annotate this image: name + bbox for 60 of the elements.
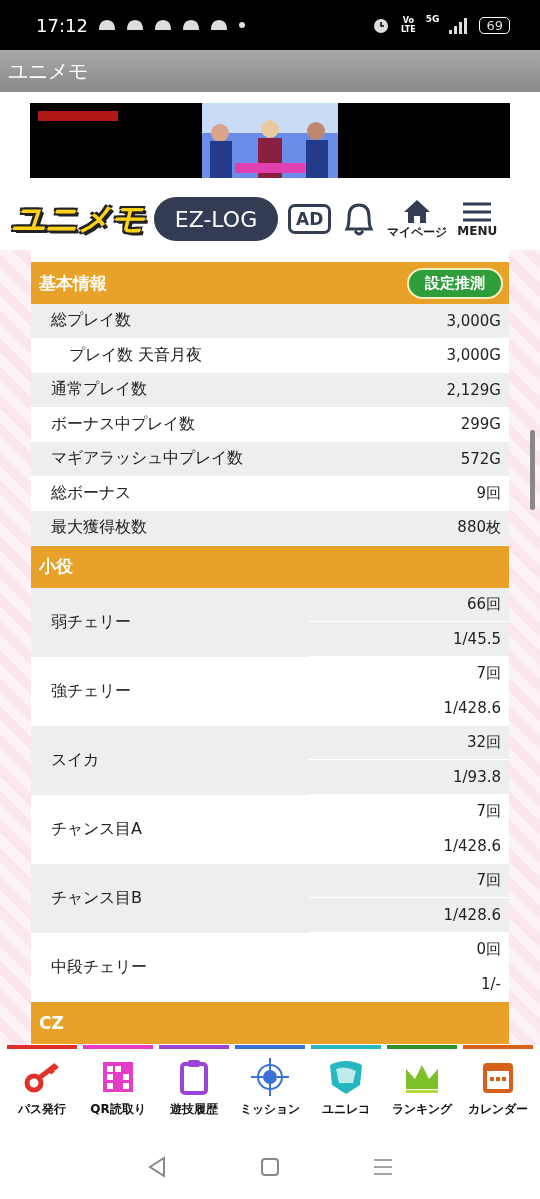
role-probability: 1/428.6 bbox=[443, 905, 501, 924]
section-title: 基本情報 bbox=[39, 271, 107, 295]
role-count: 32回 bbox=[466, 732, 501, 752]
ez-log-button[interactable]: EZ-LOG bbox=[154, 197, 278, 241]
stat-value: 299G bbox=[460, 415, 501, 434]
role-count: 7回 bbox=[476, 663, 501, 683]
nav-tab[interactable]: ユニレコ bbox=[311, 1045, 381, 1135]
section-title: 小役 bbox=[39, 555, 73, 578]
menu-icon bbox=[462, 200, 493, 224]
battery-level: 69 bbox=[479, 16, 510, 34]
network-type: 5G bbox=[425, 14, 440, 24]
app-title: ユニメモ bbox=[8, 57, 88, 85]
role-count: 0回 bbox=[476, 939, 501, 959]
signal-icon bbox=[449, 16, 470, 34]
more-notifications-icon bbox=[237, 21, 246, 29]
role-count: 7回 bbox=[476, 870, 501, 890]
clock-time: 17:12 bbox=[36, 14, 88, 36]
stat-value: 3,000G bbox=[446, 346, 501, 365]
stat-label: 最大獲得枚数 bbox=[51, 517, 147, 539]
nav-tab[interactable]: パス発行 bbox=[7, 1045, 77, 1135]
role-label: チャンス目A bbox=[51, 818, 143, 840]
role-probability: 1/428.6 bbox=[443, 698, 501, 717]
role-label: スイカ bbox=[51, 749, 100, 771]
nav-tab[interactable]: 遊技履歴 bbox=[159, 1045, 229, 1135]
nav-tab[interactable]: カレンダー bbox=[463, 1045, 533, 1135]
volte-indicator: Vo LTE bbox=[401, 16, 416, 34]
ad-button[interactable]: AD bbox=[288, 204, 332, 234]
section-title: CZ bbox=[39, 1012, 64, 1033]
stat-label: マギアラッシュ中プレイ数 bbox=[51, 448, 243, 470]
role-probability: 1/45.5 bbox=[453, 629, 501, 648]
role-label: 強チェリー bbox=[51, 680, 132, 702]
stat-label: 総プレイ数 bbox=[51, 310, 131, 332]
back-icon[interactable] bbox=[146, 1156, 167, 1178]
scrollbar[interactable] bbox=[530, 430, 535, 510]
stat-label: ボーナス中プレイ数 bbox=[51, 413, 195, 435]
role-probability: 1/- bbox=[481, 974, 501, 993]
role-label: 中段チェリー bbox=[51, 956, 148, 978]
role-probability: 1/428.6 bbox=[443, 836, 501, 855]
stat-value: 3,000G bbox=[446, 311, 501, 330]
stat-label: 通常プレイ数 bbox=[51, 379, 147, 401]
stat-label: 総ボーナス bbox=[51, 482, 131, 504]
nav-tab[interactable]: ランキング bbox=[387, 1045, 457, 1135]
stat-value: 2,129G bbox=[446, 380, 501, 399]
nav-tab[interactable]: ミッション bbox=[235, 1045, 305, 1135]
my-page-button[interactable]: マイページ bbox=[387, 197, 448, 241]
role-count: 7回 bbox=[476, 801, 501, 821]
stat-value: 572G bbox=[460, 449, 501, 468]
stat-value: 880枚 bbox=[457, 518, 501, 538]
menu-button[interactable]: MENU bbox=[457, 200, 498, 238]
stat-value: 9回 bbox=[476, 483, 501, 503]
stat-label: プレイ数 天音月夜 bbox=[68, 344, 203, 366]
role-label: チャンス目B bbox=[51, 887, 143, 909]
menu-icon[interactable] bbox=[373, 1158, 394, 1176]
role-label: 弱チェリー bbox=[51, 611, 132, 633]
role-probability: 1/93.8 bbox=[453, 767, 501, 786]
role-count: 66回 bbox=[466, 594, 501, 614]
home-icon bbox=[403, 197, 432, 224]
nav-tab[interactable]: QR読取り bbox=[83, 1045, 153, 1135]
crosshair-icon bbox=[250, 1057, 290, 1097]
home-icon[interactable] bbox=[260, 1157, 280, 1177]
